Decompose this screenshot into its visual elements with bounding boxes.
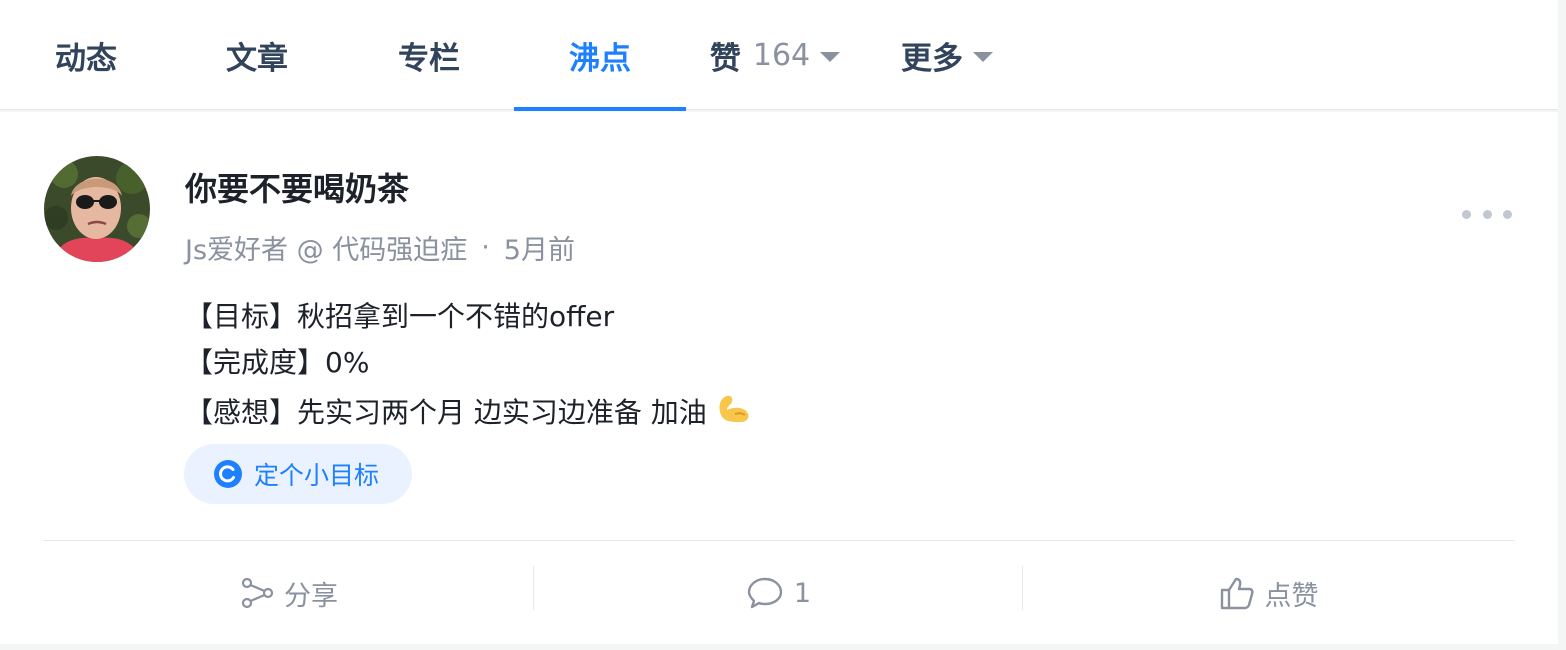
avatar[interactable] [44,156,150,262]
share-button[interactable]: 分享 [44,542,534,644]
comment-count: 1 [793,577,812,609]
author-meta: Js爱好者 @ 代码强迫症 · 5月前 [185,228,575,267]
share-icon [241,577,274,609]
content-line-text: 【目标】秋招拿到一个不错的offer [185,300,615,333]
thumbs-up-icon [1220,577,1254,610]
dot-icon [1462,209,1471,219]
topic-tag[interactable]: 定个小目标 [184,444,412,504]
dot-icon [1482,209,1492,219]
like-button[interactable]: 点赞 [1023,542,1514,644]
topic-icon [214,460,242,488]
meta-separator: · [481,232,490,263]
tab-label: 动态 [55,40,117,77]
pin-content: 【目标】秋招拿到一个不错的offer 【完成度】0% 【感想】先实习两个月 边实… [185,294,755,440]
tab-more[interactable]: 更多 [892,0,1002,110]
tab-pins[interactable]: 沸点 [514,0,686,111]
comment-icon [747,577,783,609]
content-line: 【目标】秋招拿到一个不错的offer [185,294,755,340]
tab-articles[interactable]: 文章 [201,0,313,110]
like-label: 点赞 [1264,580,1319,612]
tab-likes[interactable]: 赞 164 [705,0,845,110]
tab-dynamics[interactable]: 动态 [30,0,142,110]
active-tab-indicator [514,107,686,111]
tab-label: 赞 [709,40,741,77]
author-title: Js爱好者 @ 代码强迫症 [185,235,468,266]
content-line: 【感想】先实习两个月 边实习边准备 加油 [185,386,755,440]
avatar-image [44,156,150,262]
tab-columns[interactable]: 专栏 [373,0,485,110]
post-time[interactable]: 5月前 [504,228,575,267]
dot-icon [1503,209,1512,219]
pin-card: 你要不要喝奶茶 Js爱好者 @ 代码强迫症 · 5月前 【目标】秋招拿到一个不错… [0,112,1558,644]
tab-label: 更多 [901,40,963,77]
content-line-text: 【感想】先实习两个月 边实习边准备 加油 [185,396,707,429]
tab-label: 专栏 [398,40,460,77]
profile-tabs: 动态 文章 专栏 沸点 赞 164 更多 [0,0,1558,111]
share-label: 分享 [284,580,338,612]
more-options-button[interactable] [1462,202,1512,226]
topic-label: 定个小目标 [254,461,380,490]
likes-count: 164 [752,37,811,73]
action-bar: 分享 1 点赞 [0,542,1558,644]
content-line-text: 【完成度】0% [185,346,370,379]
tab-label: 沸点 [569,40,631,77]
caret-down-icon [820,52,841,62]
caret-down-icon [973,52,993,62]
flexed-biceps-emoji [715,386,755,440]
author-name[interactable]: 你要不要喝奶茶 [185,164,409,210]
tab-label: 文章 [226,40,288,77]
comment-button[interactable]: 1 [534,542,1023,644]
divider [44,540,1514,541]
content-line: 【完成度】0% [185,340,755,386]
